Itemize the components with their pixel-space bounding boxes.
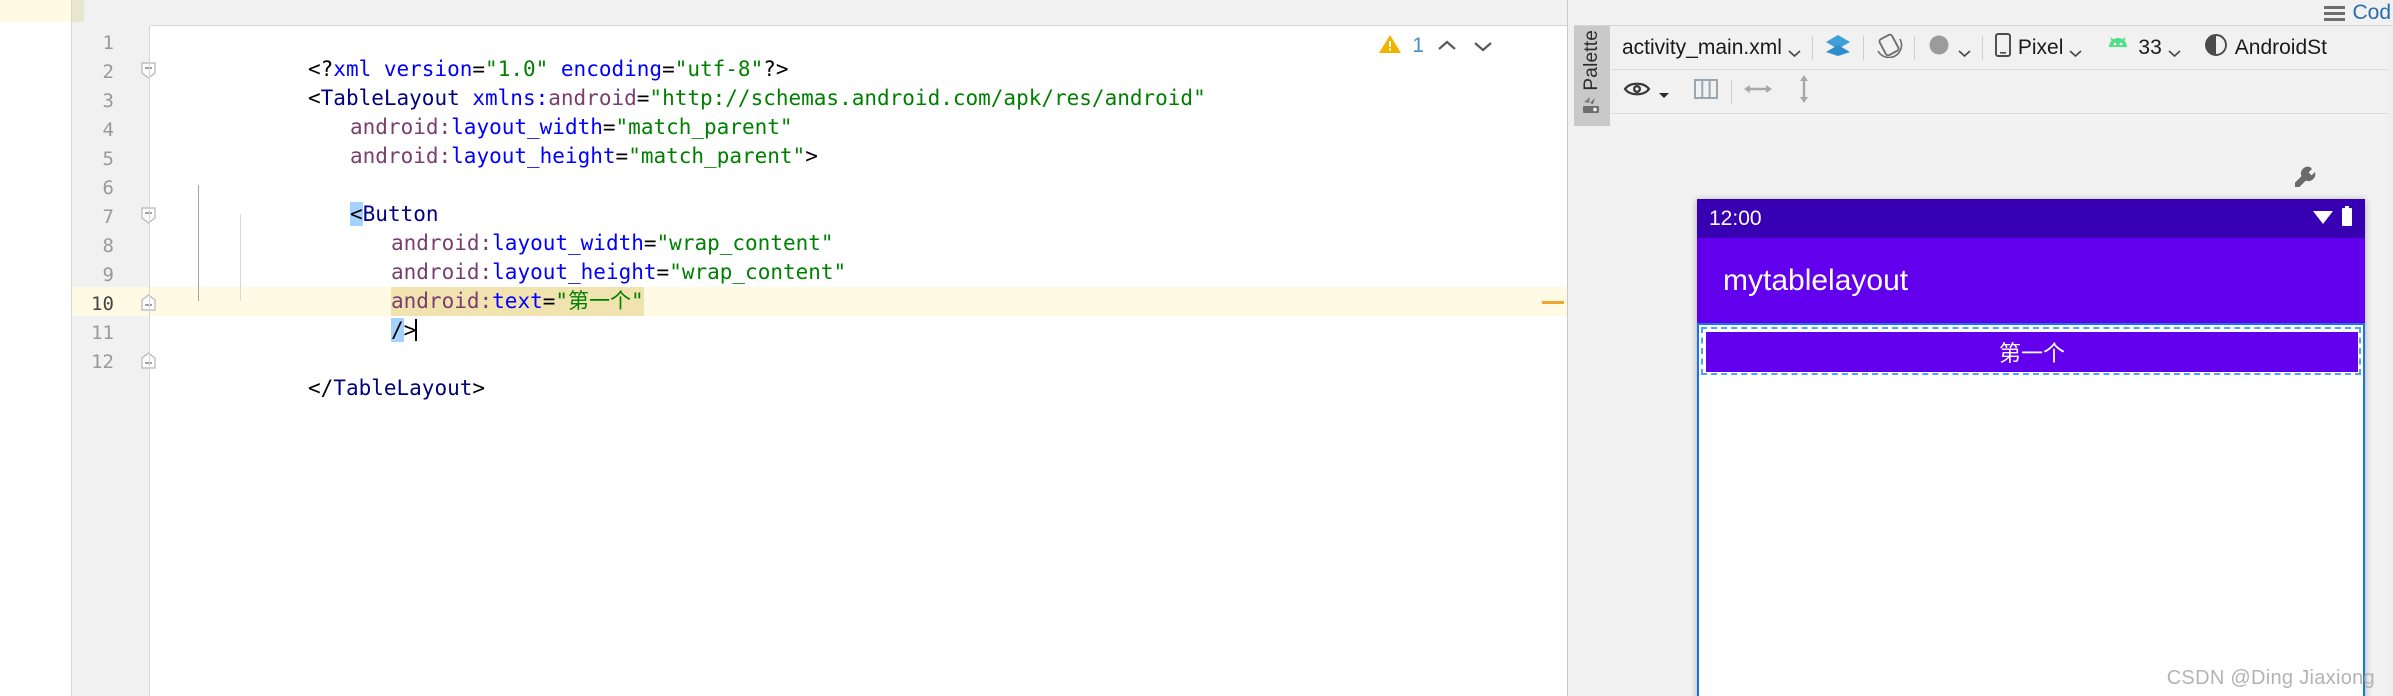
close-tag-gt: > [472,376,486,400]
gutter-separator [149,26,150,696]
code-editor-pane: 1 2 3 4 5 6 7 8 9 10 11 12 <?xml version… [0,0,1568,696]
line-number: 3 [102,90,114,112]
gutter-top-cap [72,0,84,22]
device-status-bar: 12:00 [1697,199,2365,238]
inspection-widget[interactable]: 1 [1378,24,1496,68]
design-canvas[interactable]: 12:00 mytablelayout 第一个 CSDN @Ding Jiaxi… [1611,114,2393,696]
eye-icon[interactable] [1622,78,1652,105]
chevron-down-icon[interactable] [2168,44,2181,57]
palette-tool-tab[interactable]: Palette [1574,26,1610,126]
visibility-button[interactable] [1611,70,1681,114]
orientation-button[interactable] [1864,26,1914,70]
width-button[interactable] [1732,70,1784,114]
android-robot-icon [2104,35,2132,60]
device-app-bar: mytablelayout [1697,238,2365,323]
line-number: 12 [91,351,114,373]
device-selector[interactable]: Pixel [1983,26,2094,70]
contrast-circle-icon [2203,32,2229,63]
design-pane-header [1574,0,2393,26]
tag-tablelayout-close: TableLayout [333,376,473,400]
code-line-12[interactable]: </TableLayout> [150,345,1518,400]
line-number: 5 [102,148,114,170]
chevron-down-icon[interactable] [1958,44,1971,57]
api-level-selector[interactable]: 33 [2093,26,2191,70]
line-number: 2 [102,61,114,83]
editor-tab-strip [150,0,1568,26]
rotate-screen-icon[interactable] [1875,32,1903,63]
api-level-label: 33 [2138,35,2162,59]
android-studio-window: 1 2 3 4 5 6 7 8 9 10 11 12 <?xml version… [0,0,2393,696]
code-line-5[interactable] [150,142,1518,171]
appearance-name-label: AndroidSt [2234,35,2327,59]
chevron-down-icon[interactable] [1658,79,1670,104]
close-tag-open: </ [308,376,334,400]
line-number: 9 [102,264,114,286]
line-number: 4 [102,119,114,141]
code-line-10[interactable]: /> [150,287,1518,342]
warning-count: 1 [1412,34,1424,57]
arrows-horizontal-icon[interactable] [1743,80,1773,103]
line-number: 6 [102,177,114,199]
code-surface[interactable]: 1 2 3 4 5 6 7 8 9 10 11 12 <?xml version… [72,24,1568,696]
chevron-down-icon[interactable] [2069,44,2082,57]
chevron-up-icon[interactable] [1434,33,1460,59]
battery-icon [2341,205,2353,232]
button-widget-label: 第一个 [1998,341,2065,366]
design-surface-button[interactable] [1813,26,1863,70]
palette-tab-label: Palette [1581,30,1602,91]
button-widget[interactable]: 第一个 [1706,332,2358,372]
wrench-icon[interactable] [2292,164,2320,192]
status-bar-icons [2311,205,2353,232]
selected-widget-outline[interactable]: 第一个 [1701,327,2361,375]
line-number: 7 [102,206,114,228]
design-pane-scrollbar[interactable] [2388,26,2393,696]
modified-line-marker [1542,301,1564,304]
design-toolbar-secondary [1611,70,2393,114]
palette-icon [1581,95,1603,120]
design-preview-pane: Cod Palette activity_main.xml Pixel 33 A… [1574,0,2393,696]
theme-contrast-icon[interactable] [1926,32,1952,63]
view-mode-label: Cod [2352,1,2391,24]
phone-icon [1994,32,2012,63]
status-bar-time: 12:00 [1709,206,1762,230]
columns-icon[interactable] [1692,76,1720,107]
code-line-2[interactable]: <TableLayout xmlns:android="http://schem… [150,55,1518,110]
layout-root-tablelayout[interactable]: 第一个 [1697,323,2365,696]
code-line-8[interactable]: android:layout_height="wrap_content" [150,229,1518,284]
chevron-down-icon[interactable] [1788,44,1801,57]
appearance-selector[interactable]: AndroidSt [2192,26,2338,70]
code-line-1[interactable]: <?xml version="1.0" encoding="utf-8"?> [150,26,1518,81]
height-button[interactable] [1784,70,1824,114]
code-line-12-content: </TableLayout> [308,374,485,403]
app-bar-title: mytablelayout [1723,263,1909,297]
device-name-label: Pixel [2017,35,2064,59]
code-line-9[interactable]: android:text="第一个" [150,258,1518,316]
line-number: 11 [91,322,114,344]
watermark: CSDN @Ding Jiaxiong [2166,667,2375,689]
warning-triangle-icon[interactable] [1378,33,1402,60]
design-toolbar-primary: activity_main.xml Pixel 33 AndroidSt [1611,26,2393,70]
theme-button[interactable] [1915,26,1982,70]
device-preview[interactable]: 12:00 mytablelayout 第一个 [1697,199,2365,696]
line-number: 1 [102,32,114,54]
code-line-4[interactable]: android:layout_height="match_parent"> [150,113,1518,168]
project-pane-top-highlight [0,0,72,22]
line-number: 8 [102,235,114,257]
panels-button[interactable] [1681,70,1731,114]
arrows-vertical-icon[interactable] [1795,74,1813,109]
code-line-11[interactable] [150,316,1518,345]
wifi-icon [2311,206,2335,231]
file-name-label: activity_main.xml [1622,35,1782,59]
code-line-6[interactable]: <Button [150,171,1518,226]
view-mode-selector[interactable]: Cod [2324,1,2393,24]
layers-icon[interactable] [1824,32,1852,63]
code-line-3[interactable]: android:layout_width="match_parent" [150,84,1518,139]
chevron-down-icon[interactable] [1470,33,1496,59]
file-selector[interactable]: activity_main.xml [1611,26,1812,70]
code-line-7[interactable]: android:layout_width="wrap_content" [150,200,1518,255]
hamburger-icon[interactable] [2324,5,2346,21]
line-number-current: 10 [91,293,114,315]
